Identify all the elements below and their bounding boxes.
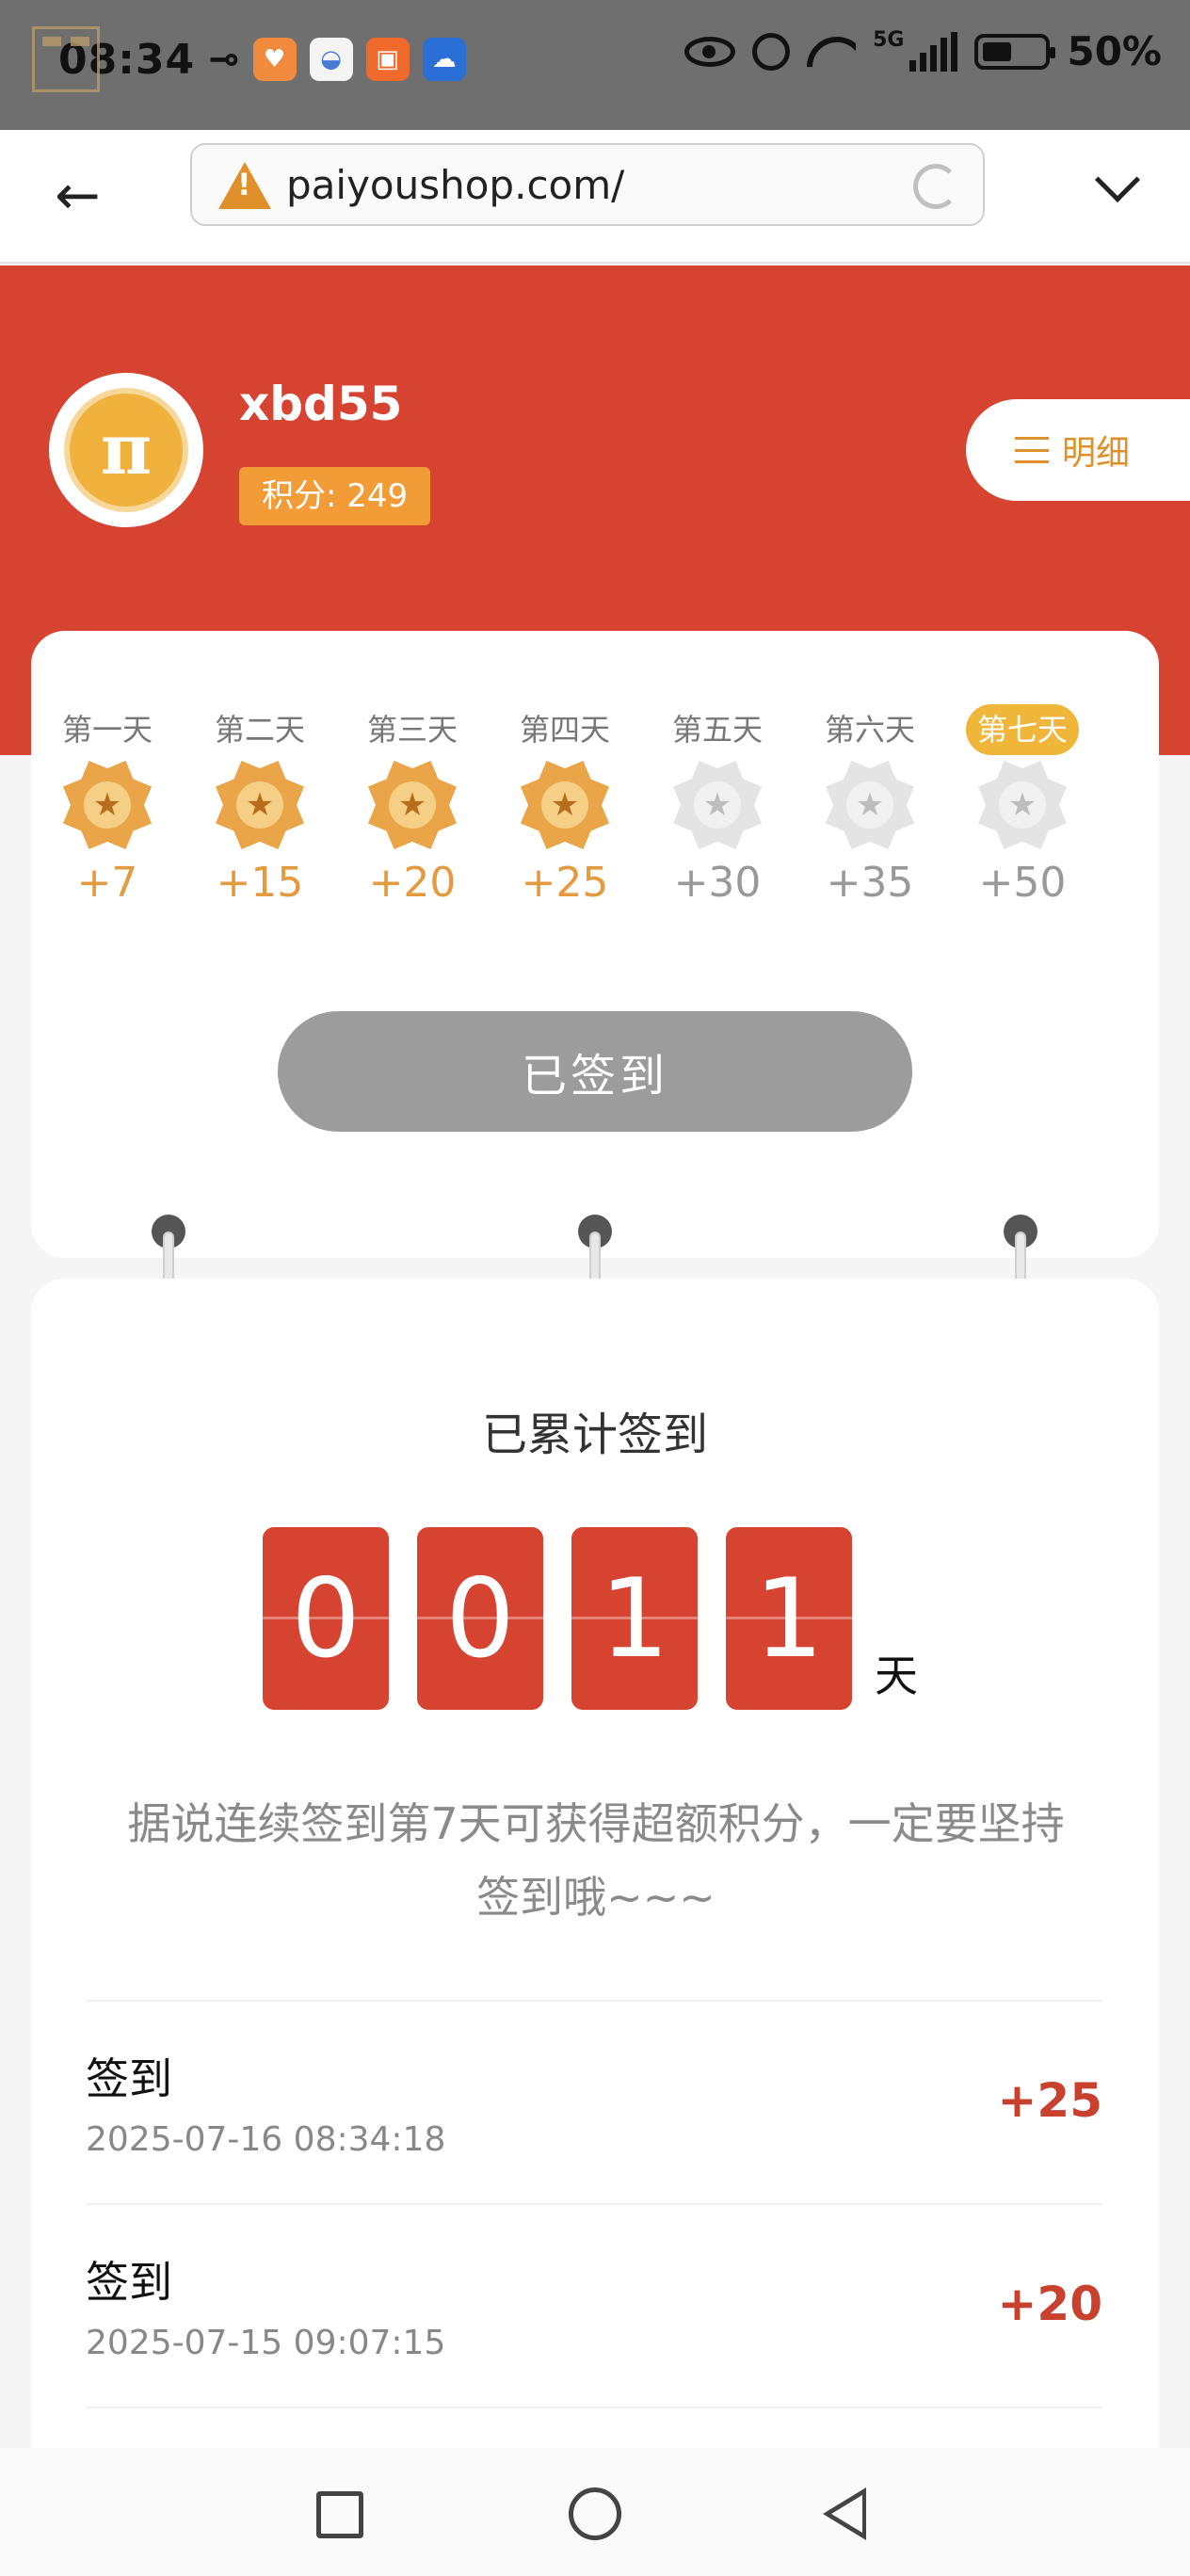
warning-mark: ! [237, 167, 251, 202]
signin-tip: 据说连续签到第7天可获得超额积分，一定要坚持签到哦~~~ [127, 1798, 1065, 1923]
list-item: 签到 2025-07-15 09:07:15 +20 [86, 2205, 1102, 2408]
counter-digit: 1 [726, 1527, 852, 1710]
day-label: 第二天 [214, 712, 305, 748]
star-medal-icon: ★ [367, 760, 458, 850]
record-title: 签到 [86, 2257, 172, 2308]
battery-icon [974, 33, 1056, 70]
back-triangle-icon[interactable] [823, 2487, 866, 2540]
signal-icon [909, 31, 958, 72]
day-label: 第七天 [965, 704, 1079, 755]
day-label: 第一天 [61, 712, 153, 748]
app-redpacket-icon: ▣ [365, 38, 410, 81]
castle-icon [32, 26, 100, 92]
app-whale-icon: ◒ [309, 38, 353, 81]
system-nav-bar [0, 2448, 1190, 2576]
status-bar: 08:34 ⊸ ♥ ◒ ▣ ☁ 5G 50% [0, 0, 1190, 130]
day-reward: +35 [826, 859, 914, 907]
points-badge: 积分: 249 [239, 467, 431, 525]
avatar: π [49, 373, 203, 527]
battery-level: 50% [1067, 28, 1162, 74]
app-cloud-icon: ☁ [422, 38, 466, 81]
status-left: 08:34 ⊸ ♥ ◒ ▣ ☁ [32, 26, 466, 92]
home-icon[interactable] [569, 2487, 621, 2540]
pi-logo-icon: π [64, 388, 188, 512]
counter-digit: 0 [263, 1527, 389, 1710]
detail-button[interactable]: 明细 [966, 399, 1190, 501]
reload-icon[interactable] [913, 164, 958, 209]
signin-days: 第一天 ★ +7 第二天 ★ +15 第三天 ★ +20 第四天 ★ +25 第五天 ★ +30 第六天 ★ +3… [31, 704, 1159, 907]
day-reward: +25 [521, 859, 609, 907]
back-arrow-icon[interactable]: ← [55, 168, 101, 222]
list-icon [1015, 437, 1049, 463]
day-label: 第五天 [671, 712, 763, 748]
day-reward: +50 [978, 859, 1067, 907]
day-label: 第三天 [366, 712, 458, 748]
signin-records: 签到 2025-07-16 08:34:18 +25 签到 2025-07-15… [86, 2000, 1102, 2408]
status-right: 5G 50% [684, 28, 1162, 74]
record-points: +20 [997, 2277, 1102, 2331]
star-medal-icon: ★ [62, 760, 153, 850]
page: 08:34 ⊸ ♥ ◒ ▣ ☁ 5G 50% ← ! paiyoushop.co… [0, 0, 1190, 2576]
record-time: 2025-07-15 09:07:15 [86, 2324, 446, 2362]
url-text[interactable]: paiyoushop.com/ [286, 162, 624, 208]
eye-icon [684, 36, 736, 67]
day-reward: +30 [673, 859, 762, 907]
day-label: 第六天 [824, 712, 915, 748]
record-title: 签到 [86, 2053, 172, 2104]
signin-day: 第二天 ★ +15 [184, 704, 336, 907]
chevron-down-icon[interactable] [1094, 156, 1141, 203]
counter-digit: 0 [417, 1527, 543, 1710]
day-label: 第四天 [519, 712, 610, 748]
signin-day: 第三天 ★ +20 [336, 704, 489, 907]
signed-in-button[interactable]: 已签到 [278, 1011, 912, 1132]
detail-label: 明细 [1062, 434, 1131, 473]
browser-toolbar: ← ! paiyoushop.com/ [0, 130, 1190, 264]
day-reward: +20 [368, 859, 457, 907]
star-medal-icon: ★ [672, 760, 763, 850]
signin-day: 第六天 ★ +35 [794, 704, 946, 907]
key-icon: ⊸ [208, 38, 240, 81]
network-type: 5G [873, 28, 905, 52]
signin-day: 第一天 ★ +7 [31, 704, 184, 907]
counter-card: 已累计签到 0 0 1 1 天 据说连续签到第7天可获得超额积分，一定要坚持签到… [31, 1279, 1159, 2576]
url-bar[interactable]: ! paiyoushop.com/ [190, 143, 985, 226]
counter-digit: 1 [571, 1527, 698, 1710]
counter-unit: 天 [875, 1650, 918, 1701]
recent-apps-icon[interactable] [316, 2491, 363, 2538]
signin-day: 第七天 ★ +50 [946, 704, 1099, 907]
star-medal-icon: ★ [520, 760, 610, 850]
username: xbd55 [239, 377, 403, 431]
signin-day: 第五天 ★ +30 [641, 704, 794, 907]
app-heart-icon: ♥ [252, 38, 297, 81]
day-counter: 0 0 1 1 天 [263, 1527, 918, 1710]
star-medal-icon: ★ [215, 760, 305, 850]
list-item: 签到 2025-07-16 08:34:18 +25 [86, 2002, 1102, 2205]
record-time: 2025-07-16 08:34:18 [86, 2120, 446, 2159]
day-reward: +7 [76, 859, 138, 907]
day-reward: +15 [216, 859, 304, 907]
wifi-icon [807, 33, 856, 71]
star-medal-icon: ★ [977, 760, 1068, 850]
total-signin-title: 已累计签到 [481, 1409, 708, 1461]
signin-day: 第四天 ★ +25 [489, 704, 641, 907]
record-points: +25 [997, 2073, 1102, 2128]
star-medal-icon: ★ [825, 760, 915, 850]
alarm-icon [752, 32, 791, 71]
signin-card: 第一天 ★ +7 第二天 ★ +15 第三天 ★ +20 第四天 ★ +25 第五天 ★ +30 第六天 ★ +3… [31, 631, 1159, 1258]
